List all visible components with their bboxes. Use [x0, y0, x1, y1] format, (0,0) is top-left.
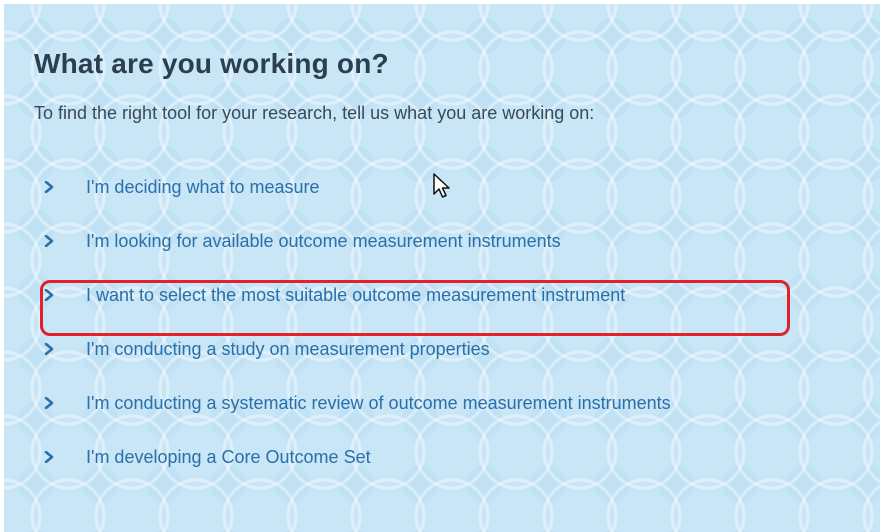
content-area: What are you working on? To find the rig… — [34, 46, 860, 484]
option-link-study[interactable]: I'm conducting a study on measurement pr… — [86, 337, 490, 361]
chevron-right-icon — [38, 181, 60, 193]
highlight-annotation-box — [40, 280, 790, 336]
mouse-pointer-icon — [432, 172, 452, 205]
list-item[interactable]: I'm conducting a systematic review of ou… — [34, 376, 860, 430]
chevron-right-icon — [38, 451, 60, 463]
option-link-deciding[interactable]: I'm deciding what to measure — [86, 175, 320, 199]
list-item[interactable]: I'm looking for available outcome measur… — [34, 214, 860, 268]
chevron-right-icon — [38, 235, 60, 247]
intro-text: To find the right tool for your research… — [34, 103, 595, 123]
list-item[interactable]: I'm developing a Core Outcome Set — [34, 430, 860, 484]
chevron-right-icon — [38, 397, 60, 409]
page-title: What are you working on? — [34, 48, 389, 79]
option-link-looking[interactable]: I'm looking for available outcome measur… — [86, 229, 561, 253]
option-link-core-outcome[interactable]: I'm developing a Core Outcome Set — [86, 445, 371, 469]
option-link-review[interactable]: I'm conducting a systematic review of ou… — [86, 391, 671, 415]
content-panel: What are you working on? To find the rig… — [4, 4, 880, 532]
chevron-right-icon — [38, 343, 60, 355]
